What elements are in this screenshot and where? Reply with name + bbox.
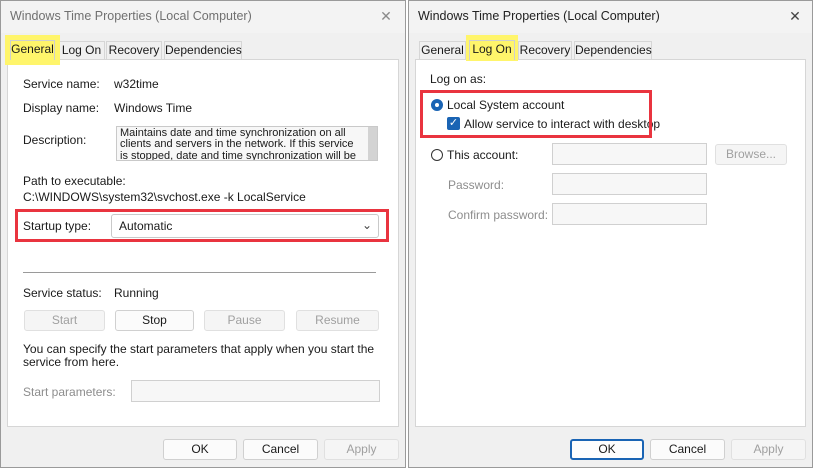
tab-dependencies[interactable]: Dependencies xyxy=(164,41,242,59)
tab-general[interactable]: General xyxy=(10,40,55,60)
cancel-button[interactable]: Cancel xyxy=(650,439,725,460)
description-scrollbar[interactable] xyxy=(368,127,377,160)
log-on-as-label: Log on as: xyxy=(430,72,487,86)
title-bar: Windows Time Properties (Local Computer)… xyxy=(409,1,812,33)
confirm-password-label: Confirm password: xyxy=(448,208,549,222)
ok-button[interactable]: OK xyxy=(163,439,237,460)
confirm-password-input[interactable] xyxy=(552,203,707,225)
start-button[interactable]: Start xyxy=(24,310,105,331)
display-name-value: Windows Time xyxy=(114,101,193,115)
dialog-footer: OK Cancel Apply xyxy=(409,432,812,467)
description-text: Maintains date and time synchronization … xyxy=(120,127,357,161)
start-params-note: You can specify the start parameters tha… xyxy=(23,342,375,369)
this-account-radio[interactable] xyxy=(431,149,443,161)
title-bar: Windows Time Properties (Local Computer)… xyxy=(1,1,405,33)
tab-recovery[interactable]: Recovery xyxy=(518,41,572,59)
browse-button[interactable]: Browse... xyxy=(715,144,787,165)
this-account-label: This account: xyxy=(447,148,519,162)
password-label: Password: xyxy=(448,178,505,192)
path-value: C:\WINDOWS\system32\svchost.exe -k Local… xyxy=(23,190,306,204)
tab-dependencies[interactable]: Dependencies xyxy=(574,41,652,59)
path-label: Path to executable: xyxy=(23,174,126,188)
tab-recovery[interactable]: Recovery xyxy=(106,41,162,59)
service-name-label: Service name: xyxy=(23,77,100,91)
tab-log-on[interactable]: Log On xyxy=(58,41,105,59)
ok-button[interactable]: OK xyxy=(570,439,644,460)
pause-button[interactable]: Pause xyxy=(204,310,285,331)
service-status-label: Service status: xyxy=(23,286,102,300)
this-account-input[interactable] xyxy=(552,143,707,165)
close-icon[interactable]: ✕ xyxy=(375,5,397,27)
service-status-value: Running xyxy=(114,286,159,300)
cancel-button[interactable]: Cancel xyxy=(243,439,318,460)
display-name-label: Display name: xyxy=(23,101,100,115)
apply-button[interactable]: Apply xyxy=(731,439,806,460)
window-title: Windows Time Properties (Local Computer) xyxy=(418,9,660,23)
window-title: Windows Time Properties (Local Computer) xyxy=(10,9,252,23)
tab-general[interactable]: General xyxy=(419,41,466,59)
password-input[interactable] xyxy=(552,173,707,195)
tab-log-on[interactable]: Log On xyxy=(469,40,515,60)
service-name-value: w32time xyxy=(114,77,159,91)
resume-button[interactable]: Resume xyxy=(296,310,379,331)
close-icon[interactable]: ✕ xyxy=(784,5,806,27)
start-params-label: Start parameters: xyxy=(23,385,116,399)
description-label: Description: xyxy=(23,133,87,147)
stop-button[interactable]: Stop xyxy=(115,310,194,331)
divider xyxy=(23,272,376,273)
dialog-footer: OK Cancel Apply xyxy=(1,432,405,467)
start-params-input[interactable] xyxy=(131,380,380,402)
properties-dialog-general: Windows Time Properties (Local Computer)… xyxy=(0,0,406,468)
apply-button[interactable]: Apply xyxy=(324,439,399,460)
annotation-red-box xyxy=(420,90,652,138)
log-on-tab-panel: Log on as: Local System account ✓ Allow … xyxy=(415,59,806,427)
description-box[interactable]: Maintains date and time synchronization … xyxy=(116,126,378,161)
general-tab-panel: Service name: w32time Display name: Wind… xyxy=(7,59,399,427)
annotation-red-box xyxy=(15,209,389,242)
properties-dialog-log-on: Windows Time Properties (Local Computer)… xyxy=(408,0,813,468)
